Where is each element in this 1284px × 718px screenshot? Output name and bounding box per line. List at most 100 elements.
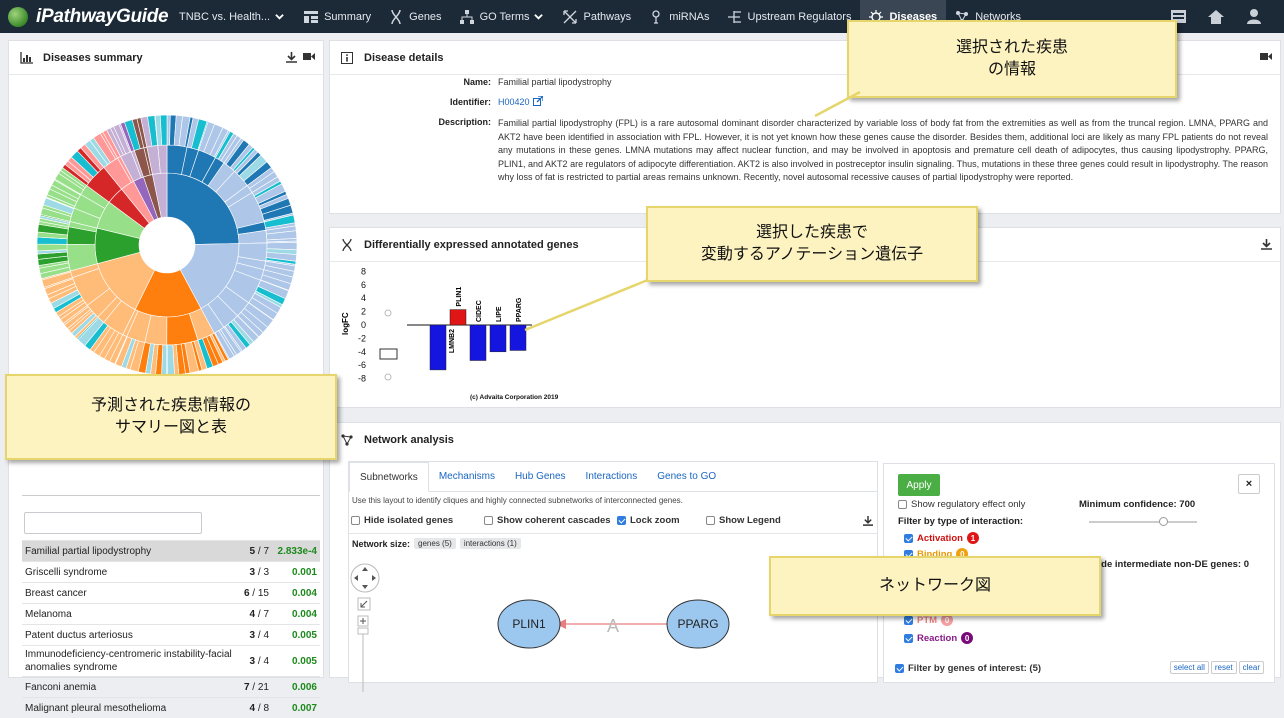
nav-mirnas[interactable]: miRNAs bbox=[640, 0, 718, 33]
table-row[interactable]: Breast cancer 6 / 15 0.004 bbox=[22, 582, 320, 603]
nav-contrast-label: TNBC vs. Health... bbox=[179, 10, 271, 23]
download-icon[interactable] bbox=[286, 52, 297, 66]
tab-interactions[interactable]: Interactions bbox=[576, 462, 648, 491]
clear-button[interactable]: clear bbox=[1238, 661, 1264, 674]
nav-genes[interactable]: Genes bbox=[380, 0, 450, 33]
video-icon[interactable] bbox=[1260, 52, 1272, 64]
interactions-count-pill[interactable]: interactions (1) bbox=[459, 538, 521, 549]
nav-pathways[interactable]: Pathways bbox=[554, 0, 640, 33]
de-ratio: 4 / 7 bbox=[249, 608, 269, 620]
p-value: 0.001 bbox=[291, 566, 317, 578]
tab-subnetworks[interactable]: Subnetworks bbox=[349, 462, 429, 492]
node-label-plin1: PLIN1 bbox=[512, 617, 546, 631]
reset-button[interactable]: reset bbox=[1210, 661, 1237, 674]
callout-disease-details: 選択された疾患 の情報 bbox=[847, 20, 1177, 98]
disease-name: Griscelli syndrome bbox=[25, 566, 108, 578]
network-edge[interactable]: A bbox=[556, 616, 667, 636]
bar-plin1 bbox=[449, 309, 467, 326]
y-tick-label: -8 bbox=[358, 374, 366, 384]
download-icon[interactable] bbox=[863, 513, 873, 531]
y-tick-label: -6 bbox=[358, 360, 366, 370]
brand[interactable]: iPathwayGuide bbox=[0, 0, 170, 33]
sunburst-center bbox=[140, 218, 194, 272]
confidence-slider-handle[interactable] bbox=[1159, 517, 1168, 526]
zoom-slider-handle[interactable] bbox=[357, 627, 369, 635]
table-row[interactable]: Melanoma 4 / 7 0.004 bbox=[22, 603, 320, 624]
user-icon[interactable] bbox=[1246, 9, 1262, 25]
p-value: 0.004 bbox=[291, 587, 317, 599]
callout-degenes: 選択した疾患で 変動するアノテーション遺伝子 bbox=[646, 206, 978, 282]
table-row[interactable]: Patent ductus arteriosus 3 / 4 0.005 bbox=[22, 624, 320, 645]
logo-icon bbox=[8, 6, 28, 27]
video-icon[interactable] bbox=[303, 52, 315, 66]
filter-type-label: Filter by type of interaction: bbox=[898, 516, 1024, 527]
show-legend-checkbox[interactable]: Show Legend bbox=[706, 515, 781, 526]
select-all-button[interactable]: select all bbox=[1169, 661, 1209, 674]
de-ratio: 3 / 4 bbox=[249, 655, 269, 667]
chevron-down-icon bbox=[531, 10, 545, 24]
tab-hub-genes[interactable]: Hub Genes bbox=[505, 462, 576, 491]
sunburst-outer-segment[interactable] bbox=[36, 243, 68, 252]
p-value: 0.007 bbox=[291, 702, 317, 714]
nav-mirnas-label: miRNAs bbox=[669, 10, 710, 23]
coherent-cascades-checkbox[interactable]: Show coherent cascades bbox=[484, 515, 611, 526]
identifier-value: H00420 bbox=[498, 95, 544, 108]
gene-node-pparg[interactable]: PPARG bbox=[666, 599, 730, 649]
external-link-icon[interactable] bbox=[532, 95, 544, 108]
bar-label: CIDEC bbox=[476, 300, 483, 322]
hide-isolated-checkbox[interactable]: Hide isolated genes bbox=[351, 515, 453, 526]
table-row[interactable]: Griscelli syndrome 3 / 3 0.001 bbox=[22, 561, 320, 582]
apply-button[interactable]: Apply bbox=[898, 474, 940, 496]
y-tick-label: 2 bbox=[361, 307, 366, 317]
pathways-icon bbox=[563, 9, 578, 24]
tab-genes-to-go[interactable]: Genes to GO bbox=[647, 462, 726, 491]
tab-mechanisms[interactable]: Mechanisms bbox=[429, 462, 505, 491]
filter-genes-checkbox[interactable]: Filter by genes of interest: (5) bbox=[895, 663, 1041, 674]
genes-count-pill[interactable]: genes (5) bbox=[414, 538, 456, 549]
confidence-slider[interactable] bbox=[1089, 517, 1197, 526]
p-value: 0.005 bbox=[291, 629, 317, 641]
table-row[interactable]: Familial partial lipodystrophy 5 / 7 2.833… bbox=[22, 540, 320, 561]
activation-checkbox[interactable]: Activation 1 bbox=[904, 532, 979, 544]
download-icon[interactable] bbox=[1261, 239, 1272, 253]
close-button[interactable]: × bbox=[1238, 474, 1260, 494]
table-row[interactable]: Immunodeficiency-centromeric instability… bbox=[22, 645, 320, 676]
de-ratio: 7 / 21 bbox=[243, 681, 269, 693]
reaction-checkbox[interactable]: Reaction 0 bbox=[904, 632, 974, 644]
disease-table: Familial partial lipodystrophy 5 / 7 2.833… bbox=[22, 495, 320, 718]
identifier-link[interactable]: H00420 bbox=[498, 97, 530, 107]
legend-marker bbox=[384, 373, 392, 381]
lock-zoom-checkbox[interactable]: Lock zoom bbox=[617, 515, 680, 526]
y-tick-label: 6 bbox=[361, 280, 366, 290]
gene-node-plin1[interactable]: PLIN1 bbox=[497, 599, 561, 649]
home-icon[interactable] bbox=[1208, 9, 1224, 25]
copyright-text: (c) Advaita Corporation 2019 bbox=[470, 394, 559, 401]
bar-lmnb2 bbox=[429, 324, 447, 371]
de-ratio: 5 / 7 bbox=[249, 545, 269, 557]
include-nonde-label: Include intermediate non-DE genes: 0 bbox=[1079, 559, 1249, 570]
bar-label: PPARG bbox=[516, 297, 523, 322]
network-icon bbox=[340, 433, 354, 447]
disease-search-input[interactable] bbox=[24, 512, 202, 534]
nav-contrast-select[interactable]: TNBC vs. Health... bbox=[170, 0, 295, 33]
summary-header: Diseases summary bbox=[9, 41, 323, 75]
p-value: 0.006 bbox=[291, 681, 317, 693]
info-icon bbox=[340, 51, 354, 65]
disease-sunburst-chart[interactable] bbox=[19, 97, 315, 393]
network-size-label: Network size: bbox=[352, 538, 411, 549]
disease-description: Familial partial lipodystrophy (FPL) is … bbox=[498, 118, 1268, 183]
network-analysis-panel: Network analysis Subnetworks Mechanisms … bbox=[329, 422, 1281, 692]
pan-control[interactable] bbox=[350, 563, 380, 593]
disease-name: Malignant pleural mesothelioma bbox=[25, 702, 167, 714]
nav-upstream-regulators[interactable]: Upstream Regulators bbox=[719, 0, 861, 33]
regulatory-only-checkbox[interactable]: Show regulatory effect only bbox=[898, 499, 1025, 510]
nav-go-terms[interactable]: GO Terms bbox=[451, 0, 555, 33]
description-label: Description: bbox=[438, 117, 491, 127]
table-row[interactable]: Fanconi anemia 7 / 21 0.006 bbox=[22, 676, 320, 697]
table-row[interactable]: Malignant pleural mesothelioma 4 / 8 0.007 bbox=[22, 697, 320, 718]
callout-network: ネットワーク図 bbox=[769, 556, 1101, 616]
identifier-label: Identifier: bbox=[449, 97, 491, 107]
nav-summary-label: Summary bbox=[324, 10, 372, 23]
bar-lipe bbox=[489, 324, 507, 353]
nav-summary[interactable]: Summary bbox=[295, 0, 380, 33]
